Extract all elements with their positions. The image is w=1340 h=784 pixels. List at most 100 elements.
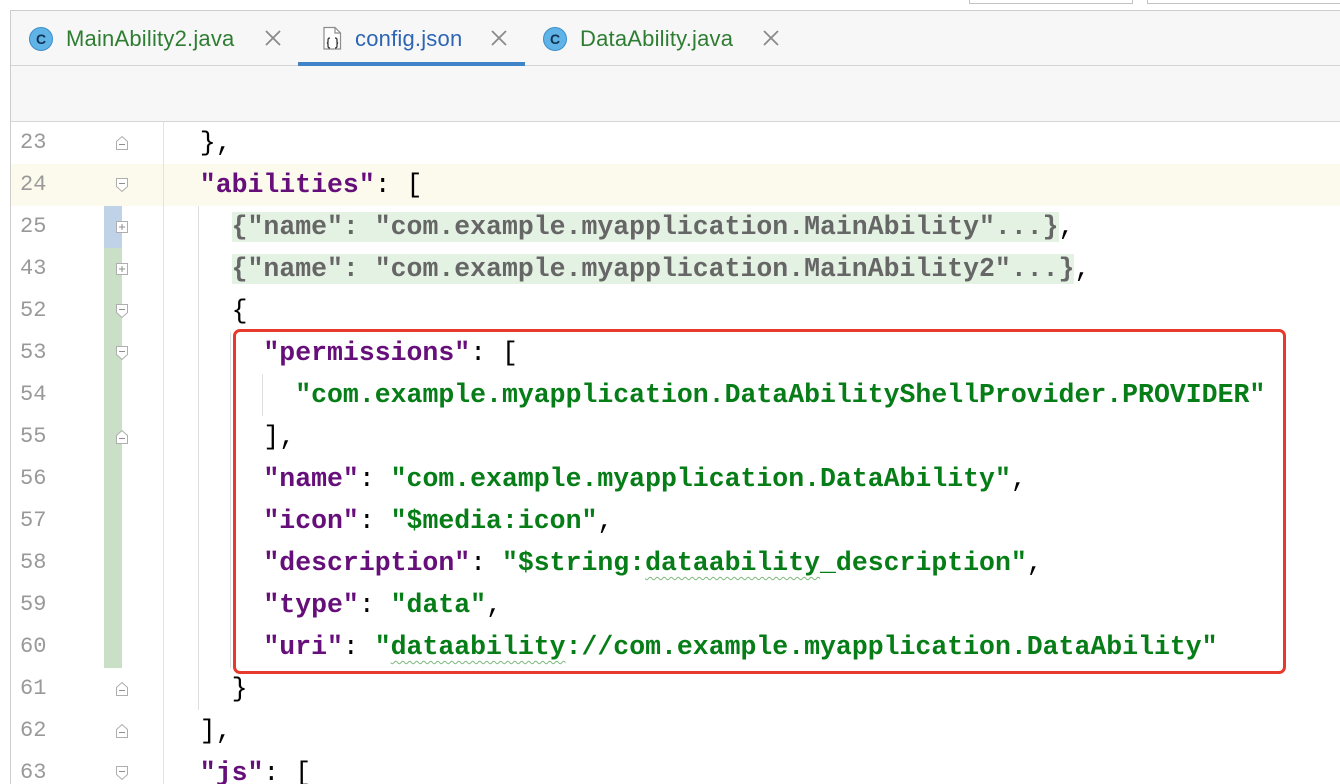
code-line-text[interactable]: { (168, 290, 248, 332)
json-punctuation[interactable]: , (1074, 254, 1090, 284)
editor-line[interactable]: 55], (11, 416, 1340, 458)
code-line-text[interactable]: "uri": "dataability://com.example.myappl… (168, 626, 1218, 668)
editor-line[interactable]: 61} (11, 668, 1340, 710)
close-icon[interactable] (761, 28, 781, 48)
json-string-spelling-warning[interactable]: dataability (391, 632, 566, 662)
json-key[interactable]: "permissions" (263, 338, 470, 368)
editor-line[interactable]: 52 { (11, 290, 1340, 332)
editor-line[interactable]: 43 {"name": "com.example.myapplication.Ma… (11, 248, 1340, 290)
code-line-text[interactable]: "type": "data", (168, 584, 502, 626)
fold-start-icon[interactable] (113, 176, 131, 194)
json-string-spelling-warning[interactable]: dataability (645, 548, 820, 578)
fold-start-icon[interactable] (113, 344, 131, 362)
fold-start-icon[interactable] (113, 302, 131, 320)
json-punctuation[interactable]: : (359, 464, 391, 494)
editor-line[interactable]: 58 "description": "$string:dataability_de… (11, 542, 1340, 584)
fold-end-icon[interactable] (113, 722, 131, 740)
editor-line[interactable]: 23}, (11, 122, 1340, 164)
code-line-text[interactable]: "abilities": [ (168, 164, 423, 206)
json-key[interactable]: "abilities" (200, 170, 375, 200)
code-line-text[interactable]: ], (168, 416, 295, 458)
json-string[interactable]: "com.example.myapplication.DataAbilitySh… (295, 380, 1265, 410)
editor-line[interactable]: 53 "permissions": [ (11, 332, 1340, 374)
code-line-text[interactable]: "permissions": [ (168, 332, 518, 374)
line-number: 60 (20, 634, 47, 659)
vcs-added-marker[interactable] (104, 584, 122, 626)
editor-line[interactable]: 57 "icon": "$media:icon", (11, 500, 1340, 542)
vcs-added-marker[interactable] (104, 542, 122, 584)
fold-end-icon[interactable] (113, 428, 131, 446)
line-number: 52 (20, 298, 47, 323)
json-punctuation[interactable]: : (470, 548, 502, 578)
tab-mainability2-java[interactable]: C MainAbility2.java (18, 11, 297, 66)
json-punctuation[interactable]: : (343, 632, 375, 662)
json-string[interactable]: "$media:icon" (391, 506, 598, 536)
json-punctuation[interactable]: : [ (375, 170, 423, 200)
code-line-text[interactable]: "js": [ (168, 752, 311, 784)
code-line-text[interactable]: "com.example.myapplication.DataAbilitySh… (168, 374, 1265, 416)
json-key[interactable]: "uri" (263, 632, 343, 662)
json-punctuation[interactable]: }, (200, 128, 232, 158)
json-punctuation[interactable]: , (1011, 464, 1027, 494)
close-icon[interactable] (263, 28, 283, 48)
json-key[interactable]: "icon" (263, 506, 358, 536)
folded-region[interactable]: {"name": "com.example.myapplication.Main… (231, 212, 1059, 242)
json-punctuation[interactable]: : [ (263, 758, 311, 784)
json-punctuation[interactable]: } (232, 674, 248, 704)
json-string[interactable]: ://com.example.myapplication.DataAbility… (566, 632, 1218, 662)
fold-end-icon[interactable] (113, 134, 131, 152)
json-string[interactable]: "$string: (502, 548, 645, 578)
json-string[interactable]: " (375, 632, 391, 662)
editor-lines: 23}, 24 "abilities": [25 {"name": "com.exam… (11, 122, 1340, 784)
code-line-text[interactable]: {"name": "com.example.myapplication.Main… (168, 206, 1074, 248)
toolbar-field[interactable] (1147, 0, 1340, 4)
vcs-added-marker[interactable] (104, 500, 122, 542)
json-punctuation[interactable]: { (232, 296, 248, 326)
editor-line[interactable]: 25 {"name": "com.example.myapplication.Ma… (11, 206, 1340, 248)
json-punctuation[interactable]: , (597, 506, 613, 536)
editor-line[interactable]: 59 "type": "data", (11, 584, 1340, 626)
editor-line[interactable]: 56 "name": "com.example.myapplication.Dat… (11, 458, 1340, 500)
code-line-text[interactable]: "icon": "$media:icon", (168, 500, 613, 542)
json-punctuation[interactable]: ], (200, 716, 232, 746)
editor-line[interactable]: 62], (11, 710, 1340, 752)
close-icon[interactable] (489, 28, 509, 48)
json-string[interactable]: _description" (820, 548, 1027, 578)
vcs-added-marker[interactable] (104, 458, 122, 500)
json-punctuation[interactable]: ], (263, 422, 295, 452)
vcs-added-marker[interactable] (104, 626, 122, 668)
line-number: 25 (20, 214, 47, 239)
json-punctuation[interactable]: : (359, 590, 391, 620)
folded-region[interactable]: {"name": "com.example.myapplication.Main… (231, 254, 1075, 284)
json-punctuation[interactable]: , (1059, 212, 1075, 242)
fold-expand-icon[interactable] (113, 218, 131, 236)
editor-line[interactable]: 54 "com.example.myapplication.DataAbility… (11, 374, 1340, 416)
editor-line[interactable]: 24 "abilities": [ (11, 164, 1340, 206)
vcs-added-marker[interactable] (104, 374, 122, 416)
json-punctuation[interactable]: , (486, 590, 502, 620)
code-line-text[interactable]: {"name": "com.example.myapplication.Main… (168, 248, 1090, 290)
editor-line[interactable]: 60 "uri": "dataability://com.example.myap… (11, 626, 1340, 668)
fold-expand-icon[interactable] (113, 260, 131, 278)
code-line-text[interactable]: "description": "$string:dataability_desc… (168, 542, 1043, 584)
tab-dataability-java[interactable]: C DataAbility.java (527, 11, 795, 66)
editor-line[interactable]: 63 "js": [ (11, 752, 1340, 784)
json-key[interactable]: "description" (263, 548, 470, 578)
json-punctuation[interactable]: : (359, 506, 391, 536)
code-line-text[interactable]: } (168, 668, 248, 710)
json-punctuation[interactable]: : [ (470, 338, 518, 368)
json-punctuation[interactable]: , (1027, 548, 1043, 578)
toolbar-field[interactable] (969, 0, 1133, 4)
json-string[interactable]: "com.example.myapplication.DataAbility" (391, 464, 1011, 494)
json-string[interactable]: "data" (391, 590, 486, 620)
json-key[interactable]: "name" (263, 464, 358, 494)
code-line-text[interactable]: "name": "com.example.myapplication.DataA… (168, 458, 1027, 500)
fold-start-icon[interactable] (113, 764, 131, 782)
java-class-icon: C (543, 27, 567, 51)
json-key[interactable]: "type" (263, 590, 358, 620)
code-line-text[interactable]: }, (168, 122, 232, 164)
code-line-text[interactable]: ], (168, 710, 232, 752)
json-key[interactable]: "js" (200, 758, 264, 784)
tab-config-json[interactable]: config.json (298, 11, 525, 66)
fold-end-icon[interactable] (113, 680, 131, 698)
